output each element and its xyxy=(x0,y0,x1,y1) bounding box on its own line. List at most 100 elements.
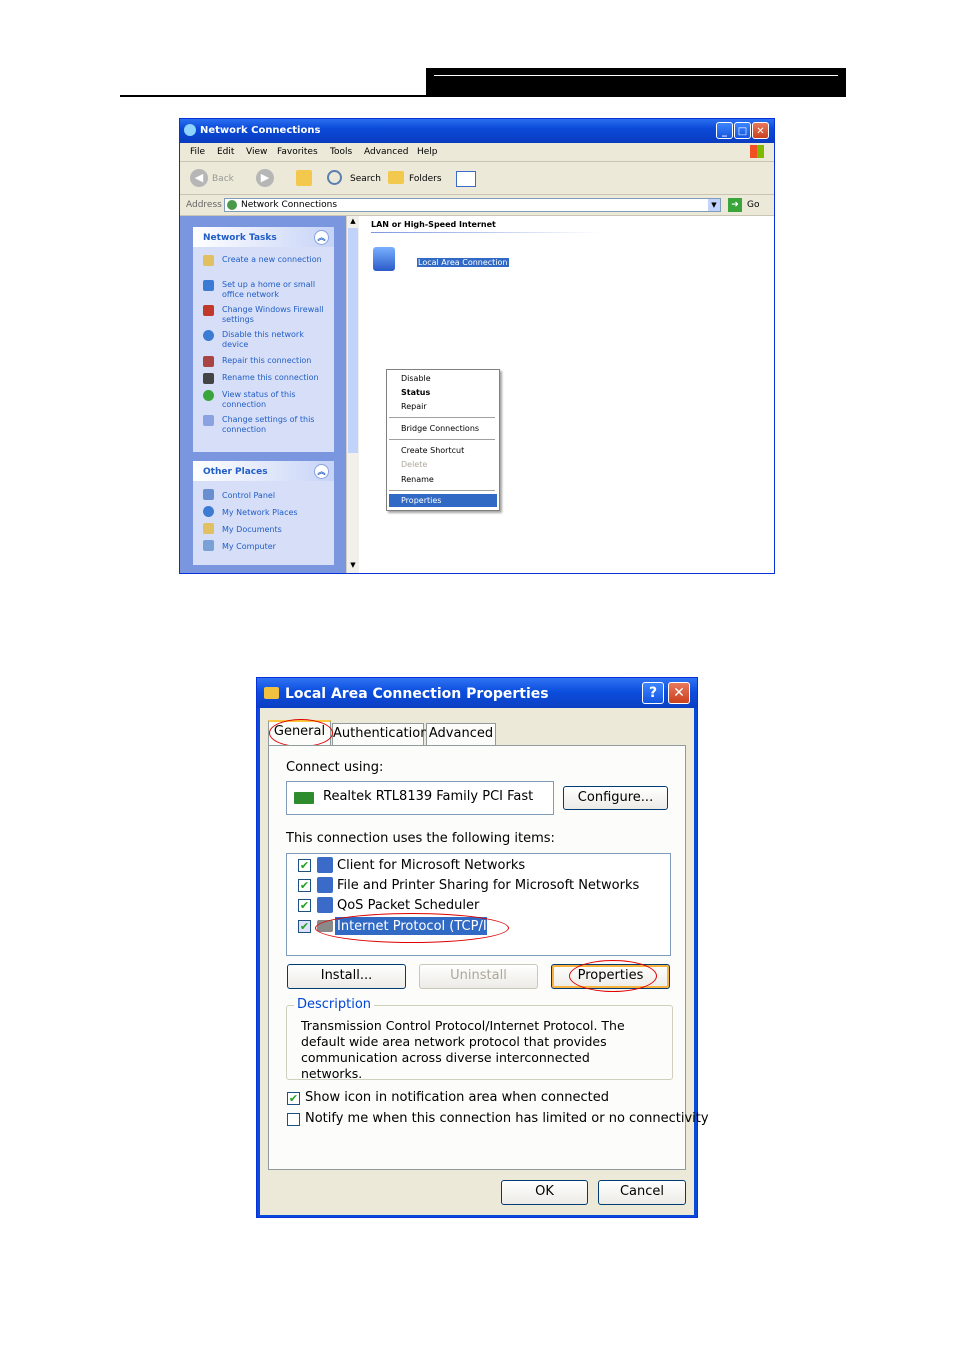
menu-disable[interactable]: Disable xyxy=(401,374,431,383)
help-button[interactable]: ? xyxy=(642,682,664,704)
tab-advanced[interactable]: Advanced xyxy=(426,723,496,745)
panel-header[interactable]: Other Places ︽ xyxy=(193,461,334,481)
configure-button[interactable]: Configure... xyxy=(563,786,668,810)
tab-authentication[interactable]: Authentication xyxy=(332,723,428,745)
window-title: Network Connections xyxy=(200,125,321,136)
rename-icon xyxy=(203,373,214,384)
search-icon[interactable] xyxy=(327,170,342,185)
search-button-label[interactable]: Search xyxy=(350,174,381,184)
annotation-circle xyxy=(569,960,657,992)
description-title: Description xyxy=(294,997,375,1012)
address-bar: Address Network Connections ▼ ➜ Go xyxy=(180,195,774,216)
back-arrow-icon[interactable]: ◀ xyxy=(190,169,208,187)
go-button-label[interactable]: Go xyxy=(747,200,759,210)
adapter-field[interactable]: Realtek RTL8139 Family PCI Fast Eth xyxy=(286,781,554,815)
menu-view[interactable]: View xyxy=(246,147,267,157)
menu-help[interactable]: Help xyxy=(417,147,438,157)
title-bar[interactable]: Network Connections _ □ ✕ xyxy=(180,119,774,143)
menu-tools[interactable]: Tools xyxy=(330,147,352,157)
item-checkbox[interactable]: ✔ xyxy=(298,899,311,912)
place-control-panel[interactable]: Control Panel xyxy=(222,491,327,501)
minimize-button[interactable]: _ xyxy=(716,122,733,139)
windows-flag-icon xyxy=(750,145,764,158)
task-home-network[interactable]: Set up a home or small office network xyxy=(222,280,327,300)
connection-label[interactable]: Local Area Connection xyxy=(417,258,509,267)
menu-file[interactable]: File xyxy=(190,147,205,157)
place-my-documents[interactable]: My Documents xyxy=(222,525,327,535)
menu-advanced[interactable]: Advanced xyxy=(364,147,408,157)
scroll-up-icon[interactable]: ▲ xyxy=(348,217,358,227)
uninstall-button: Uninstall xyxy=(419,964,538,989)
lan-connection-icon[interactable] xyxy=(373,247,395,271)
close-button[interactable]: ✕ xyxy=(752,122,769,139)
task-rename[interactable]: Rename this connection xyxy=(222,373,327,383)
item-checkbox[interactable]: ✔ xyxy=(298,920,311,933)
back-button-label[interactable]: Back xyxy=(212,174,234,184)
install-button[interactable]: Install... xyxy=(287,964,406,989)
network-connections-window: Network Connections _ □ ✕ File Edit View… xyxy=(179,118,775,574)
folders-icon[interactable] xyxy=(388,171,404,184)
task-disable-device[interactable]: Disable this network device xyxy=(222,330,327,350)
go-arrow-icon[interactable]: ➜ xyxy=(728,198,742,212)
show-icon-label[interactable]: Show icon in notification area when conn… xyxy=(305,1090,609,1105)
notify-checkbox[interactable] xyxy=(287,1113,300,1126)
menu-bridge[interactable]: Bridge Connections xyxy=(401,424,479,433)
show-icon-checkbox[interactable]: ✔ xyxy=(287,1092,300,1105)
task-create-connection[interactable]: Create a new connection xyxy=(222,255,327,265)
dropdown-icon[interactable]: ▼ xyxy=(708,199,720,211)
forward-arrow-icon[interactable]: ▶ xyxy=(256,169,274,187)
menu-status[interactable]: Status xyxy=(401,388,430,397)
computer-icon xyxy=(203,540,214,551)
properties-dialog: Local Area Connection Properties ? ✕ Gen… xyxy=(256,677,709,1218)
menu-separator xyxy=(389,439,495,440)
menu-bar: File Edit View Favorites Tools Advanced … xyxy=(180,143,774,162)
folders-button-label[interactable]: Folders xyxy=(409,174,442,184)
task-pane: Network Tasks ︽ Create a new connection … xyxy=(180,216,346,573)
panel-title: Other Places xyxy=(203,467,268,477)
up-folder-icon[interactable] xyxy=(296,170,312,186)
task-view-status[interactable]: View status of this connection xyxy=(222,390,327,410)
menu-repair[interactable]: Repair xyxy=(401,402,427,411)
views-icon[interactable] xyxy=(456,171,476,187)
tab-panel-general: Connect using: Realtek RTL8139 Family PC… xyxy=(268,745,709,1170)
menu-edit[interactable]: Edit xyxy=(217,147,234,157)
ok-button[interactable]: OK xyxy=(501,1180,588,1205)
collapse-icon[interactable]: ︽ xyxy=(314,230,329,245)
vertical-scrollbar[interactable]: ▲ ▼ xyxy=(346,216,359,573)
address-value: Network Connections xyxy=(241,200,338,210)
documents-icon xyxy=(203,523,214,534)
content-area: Network Tasks ︽ Create a new connection … xyxy=(180,216,774,573)
other-places-panel: Other Places ︽ Control Panel My Network … xyxy=(193,461,334,565)
address-input[interactable]: Network Connections ▼ xyxy=(224,198,721,212)
collapse-icon[interactable]: ︽ xyxy=(314,464,329,479)
menu-favorites[interactable]: Favorites xyxy=(277,147,318,157)
header-block xyxy=(426,68,846,97)
task-firewall[interactable]: Change Windows Firewall settings xyxy=(222,305,327,325)
repair-icon xyxy=(203,356,214,367)
cancel-button[interactable]: Cancel xyxy=(598,1180,686,1205)
status-icon xyxy=(203,390,214,401)
place-my-computer[interactable]: My Computer xyxy=(222,542,327,552)
menu-rename[interactable]: Rename xyxy=(401,475,434,484)
network-icon xyxy=(184,124,196,136)
maximize-button[interactable]: □ xyxy=(734,122,751,139)
item-qos[interactable]: QoS Packet Scheduler xyxy=(337,898,479,913)
menu-create-shortcut[interactable]: Create Shortcut xyxy=(401,446,464,455)
firewall-icon xyxy=(203,305,214,316)
item-checkbox[interactable]: ✔ xyxy=(298,859,311,872)
place-network-places[interactable]: My Network Places xyxy=(222,508,327,518)
task-change-settings[interactable]: Change settings of this connection xyxy=(222,415,327,435)
dialog-title-bar[interactable]: Local Area Connection Properties ? ✕ xyxy=(257,678,697,708)
item-checkbox[interactable]: ✔ xyxy=(298,879,311,892)
task-repair[interactable]: Repair this connection xyxy=(222,356,327,366)
section-header: LAN or High-Speed Internet xyxy=(371,220,496,229)
network-card-icon xyxy=(294,792,314,804)
panel-header[interactable]: Network Tasks ︽ xyxy=(193,227,334,247)
notify-label[interactable]: Notify me when this connection has limit… xyxy=(305,1111,709,1126)
scroll-down-icon[interactable]: ▼ xyxy=(348,561,358,571)
scroll-thumb[interactable] xyxy=(348,228,358,453)
menu-properties[interactable]: Properties xyxy=(401,496,441,505)
item-client[interactable]: Client for Microsoft Networks xyxy=(337,858,525,873)
item-file-sharing[interactable]: File and Printer Sharing for Microsoft N… xyxy=(337,878,639,893)
close-button[interactable]: ✕ xyxy=(668,682,690,704)
